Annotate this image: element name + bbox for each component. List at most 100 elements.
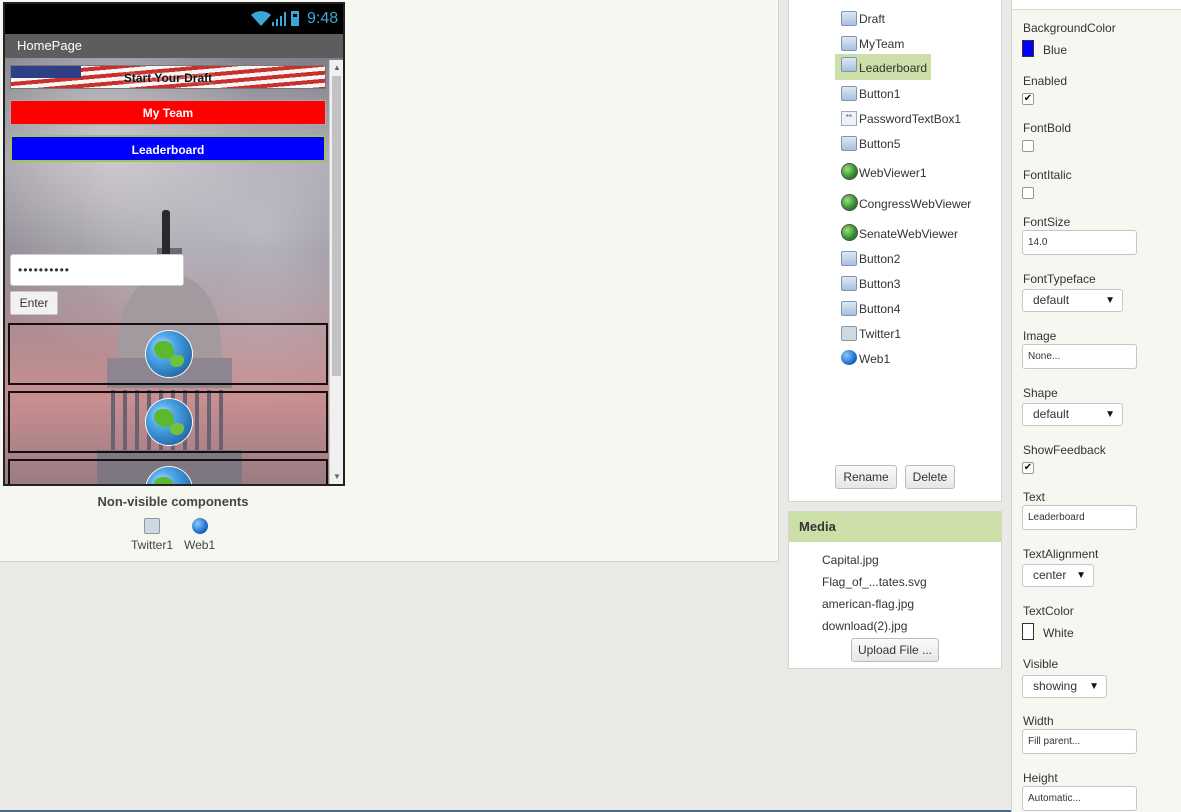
shape-select[interactable]: default ▼ — [1022, 403, 1123, 426]
password-icon: ** — [841, 111, 857, 126]
background-color-swatch[interactable] — [1022, 40, 1034, 57]
globe-icon — [146, 399, 192, 445]
prop-label: FontTypeface — [1023, 272, 1096, 286]
rename-button[interactable]: Rename — [835, 465, 897, 489]
prop-label: Image — [1023, 329, 1057, 343]
screen-scrollbar[interactable]: ▲ ▼ — [329, 60, 343, 484]
password-input[interactable]: •••••••••• — [10, 254, 184, 286]
tree-item-twitter1[interactable]: Twitter1 — [839, 323, 901, 345]
components-panel: Draft MyTeam Leaderboard Button1 ** Passw… — [788, 0, 1002, 502]
tree-item-congresswebviewer[interactable]: CongressWebViewer — [839, 193, 971, 215]
text-color-swatch[interactable] — [1022, 623, 1034, 640]
prop-label: FontSize — [1023, 215, 1071, 229]
visible-value: showing — [1033, 679, 1078, 693]
tree-item-myteam[interactable]: MyTeam — [839, 33, 904, 55]
text-input[interactable]: Leaderboard — [1022, 505, 1137, 530]
button-icon — [841, 36, 857, 51]
tree-item-web1[interactable]: Web1 — [839, 348, 890, 370]
image-input[interactable]: None... — [1022, 344, 1137, 369]
prop-label: FontItalic — [1023, 168, 1072, 182]
nonvisible-web[interactable]: Web1 — [184, 518, 215, 552]
tree-item-label: Button4 — [859, 302, 901, 316]
tree-item-draft[interactable]: Draft — [839, 8, 885, 30]
battery-icon — [291, 11, 299, 26]
text-color-value[interactable]: White — [1043, 626, 1074, 640]
media-file[interactable]: american-flag.jpg — [822, 597, 914, 611]
status-bar: 9:48 — [5, 4, 343, 34]
globe-icon — [841, 194, 858, 211]
tree-item-label: Button2 — [859, 252, 901, 266]
button-icon — [841, 11, 857, 26]
prop-label: TextColor — [1023, 604, 1074, 618]
media-file[interactable]: Capital.jpg — [822, 553, 879, 567]
delete-button[interactable]: Delete — [905, 465, 955, 489]
wifi-icon — [251, 11, 271, 26]
tree-item-button2[interactable]: Button2 — [839, 248, 900, 270]
signal-icon — [272, 12, 286, 26]
tree-item-label: Draft — [859, 12, 886, 26]
upload-file-button[interactable]: Upload File ... — [851, 638, 939, 662]
webviewer-senate[interactable] — [8, 459, 328, 484]
flag-canton — [11, 66, 81, 78]
leaderboard-button[interactable]: Leaderboard — [10, 135, 326, 162]
tree-item-senatewebviewer[interactable]: SenateWebViewer — [839, 223, 958, 245]
screen-canvas: Start Your Draft My Team Leaderboard •••… — [5, 58, 343, 484]
media-file[interactable]: download(2).jpg — [822, 619, 907, 633]
prop-label: Height — [1023, 771, 1058, 785]
tree-item-button3[interactable]: Button3 — [839, 273, 900, 295]
prop-label: Enabled — [1023, 74, 1068, 88]
nonvisible-twitter[interactable]: Twitter1 — [131, 518, 173, 552]
showfeedback-checkbox[interactable]: ✔ — [1022, 462, 1034, 474]
tree-item-webviewer1[interactable]: WebViewer1 — [839, 162, 927, 184]
tree-item-label: PasswordTextBox1 — [859, 112, 962, 126]
textalignment-select[interactable]: center ▼ — [1022, 564, 1094, 587]
tree-item-passwordtextbox1[interactable]: ** PasswordTextBox1 — [839, 108, 961, 130]
dropdown-arrow-icon: ▼ — [1076, 570, 1086, 581]
tree-item-label: MyTeam — [859, 37, 905, 51]
media-file[interactable]: Flag_of_...tates.svg — [822, 575, 927, 589]
shape-value: default — [1033, 407, 1070, 421]
prop-label: Width — [1023, 714, 1054, 728]
phone-preview: 9:48 HomePage Start Your Draft My Team L… — [3, 2, 345, 486]
tree-item-button4[interactable]: Button4 — [839, 298, 900, 320]
twitter-icon — [144, 518, 160, 534]
fontsize-input[interactable]: 14.0 — [1022, 230, 1137, 255]
scroll-thumb[interactable] — [332, 76, 341, 376]
button-icon — [841, 57, 857, 72]
tree-item-button1[interactable]: Button1 — [839, 83, 900, 105]
width-input[interactable]: Fill parent... — [1022, 729, 1137, 754]
button-icon — [841, 136, 857, 151]
button-icon — [841, 301, 857, 316]
tree-item-label: WebViewer1 — [859, 166, 927, 180]
tree-item-button5[interactable]: Button5 — [839, 133, 900, 155]
tree-item-label: Web1 — [859, 352, 891, 366]
background-color-value[interactable]: Blue — [1043, 43, 1067, 57]
globe-icon — [841, 163, 858, 180]
webviewer-1[interactable] — [8, 323, 328, 385]
screen-title: HomePage — [5, 34, 343, 58]
prop-label: TextAlignment — [1023, 547, 1099, 561]
scroll-down-arrow-icon[interactable]: ▼ — [333, 472, 341, 481]
web-icon — [191, 518, 208, 534]
fonttypeface-select[interactable]: default ▼ — [1022, 289, 1123, 312]
media-title: Media — [789, 512, 1001, 542]
enabled-checkbox[interactable]: ✔ — [1022, 93, 1034, 105]
nonvisible-label: Web1 — [184, 538, 216, 552]
enter-button[interactable]: Enter — [10, 291, 58, 315]
status-time: 9:48 — [307, 10, 339, 27]
myteam-button[interactable]: My Team — [10, 100, 326, 125]
fontitalic-checkbox[interactable] — [1022, 187, 1034, 199]
webviewer-congress[interactable] — [8, 391, 328, 453]
draft-button[interactable]: Start Your Draft — [10, 65, 326, 89]
height-input[interactable]: Automatic... — [1022, 786, 1137, 811]
prop-label: Text — [1023, 490, 1046, 504]
twitter-icon — [841, 326, 857, 341]
scroll-up-arrow-icon[interactable]: ▲ — [333, 63, 341, 72]
button-icon — [841, 86, 857, 101]
fontbold-checkbox[interactable] — [1022, 140, 1034, 152]
visible-select[interactable]: showing ▼ — [1022, 675, 1107, 698]
button-icon — [841, 251, 857, 266]
tree-item-label: Button1 — [859, 87, 901, 101]
tree-item-leaderboard[interactable]: Leaderboard — [835, 54, 932, 80]
dropdown-arrow-icon: ▼ — [1105, 295, 1115, 306]
